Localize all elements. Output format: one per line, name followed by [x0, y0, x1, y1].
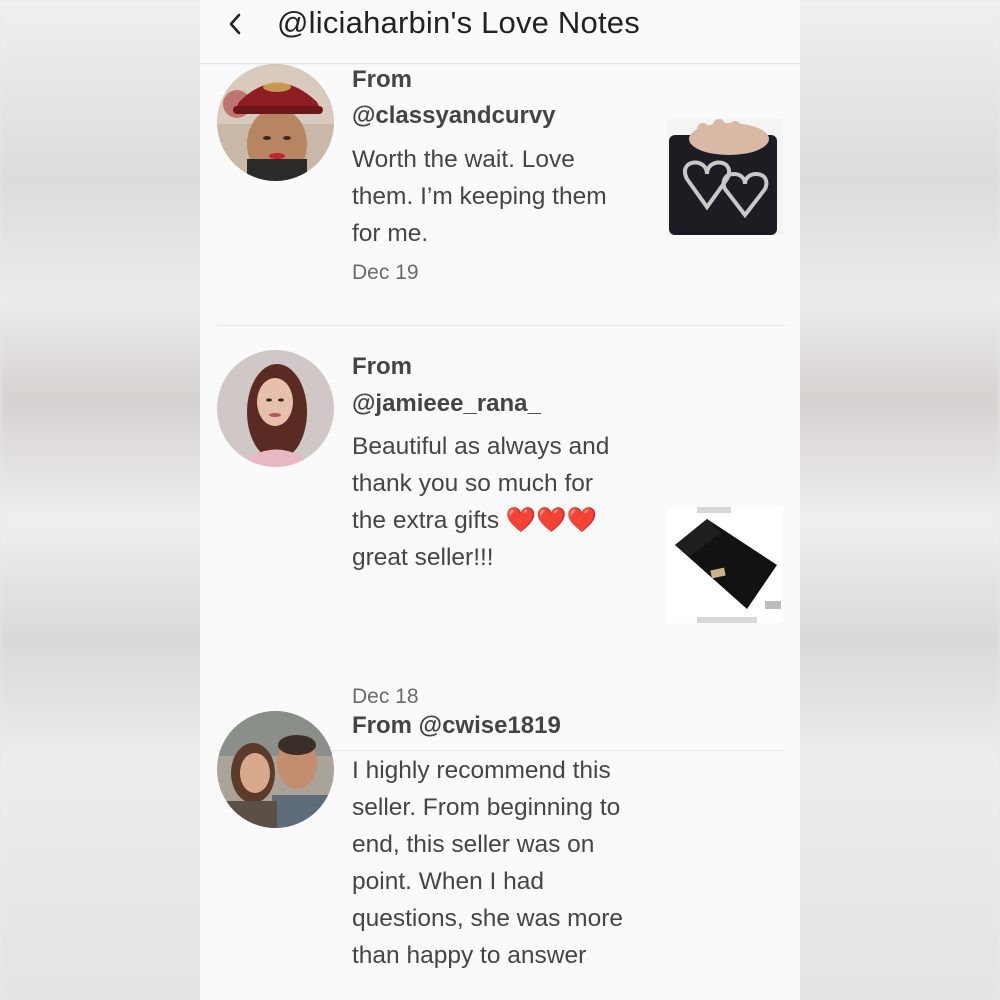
user-photo	[217, 64, 334, 181]
note-sender: From	[352, 65, 412, 95]
chevron-left-icon	[229, 13, 241, 35]
gloves-image	[667, 119, 783, 235]
user-photo	[217, 711, 334, 828]
note-date: Dec 18	[352, 685, 419, 708]
sender-username[interactable]: @cwise1819	[419, 712, 561, 739]
note-sender: From @cwise1819	[352, 711, 561, 741]
note-text: Beautiful as always and thank you so muc…	[352, 433, 610, 571]
from-label: From	[352, 712, 412, 739]
from-label: From	[352, 66, 412, 93]
avatar[interactable]	[217, 350, 334, 467]
note-sender-username: @jamieee_rana_	[352, 389, 541, 419]
product-thumbnail[interactable]	[667, 119, 783, 235]
divider	[217, 325, 785, 326]
note-text: I highly recommend this seller. From beg…	[352, 757, 623, 969]
sender-username[interactable]: @classyandcurvy	[352, 102, 556, 129]
page-title: @liciaharbin's Love Notes	[277, 5, 640, 40]
app-screen: @liciaharbin's Love Notes From @classyan…	[200, 0, 800, 1000]
user-photo	[217, 350, 334, 467]
avatar[interactable]	[217, 711, 334, 828]
product-thumbnail[interactable]	[667, 507, 783, 623]
note-text: Worth the wait. Love them. I’m keeping t…	[352, 146, 607, 247]
note-sender-username: @classyandcurvy	[352, 101, 556, 131]
note-sender: From	[352, 352, 412, 382]
top-bar: @liciaharbin's Love Notes	[200, 0, 800, 64]
sender-username[interactable]: @jamieee_rana_	[352, 390, 541, 417]
from-label: From	[352, 353, 412, 380]
back-button[interactable]	[218, 6, 254, 42]
pouch-image	[667, 507, 783, 623]
note-date: Dec 19	[352, 261, 419, 284]
avatar[interactable]	[217, 64, 334, 181]
